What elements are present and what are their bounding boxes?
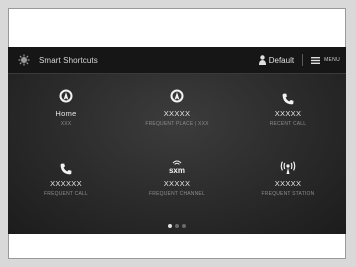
shortcut-home[interactable]: Home XXX (10, 75, 122, 155)
page-dot[interactable] (182, 224, 186, 228)
shortcut-label: XXXXX (274, 109, 302, 118)
shortcut-sublabel: RECENT CALL (269, 121, 307, 127)
shortcut-recent-call[interactable]: XXXXX RECENT CALL (232, 75, 344, 155)
page-dot[interactable] (175, 224, 179, 228)
sxm-icon: sxm (166, 155, 188, 175)
infotainment-screen: Smart Shortcuts Default MENU Home XXX XX… (8, 47, 346, 234)
menu-label: MENU (324, 57, 340, 63)
shortcut-label: Home (55, 109, 77, 118)
shortcut-label: XXXXX (163, 109, 191, 118)
user-icon (258, 55, 266, 65)
shortcut-sublabel: FREQUENT CHANNEL (149, 191, 205, 197)
header-bar: Smart Shortcuts Default MENU (8, 47, 346, 74)
page-dot[interactable] (168, 224, 172, 228)
shortcut-sublabel: FREQUENT PLACE | XXX (145, 121, 209, 127)
sxm-text: sxm (169, 166, 185, 175)
navigation-icon (59, 85, 73, 105)
menu-button[interactable]: MENU (311, 56, 340, 64)
page-title: Smart Shortcuts (39, 55, 98, 65)
shortcut-label: XXXXX (274, 179, 302, 188)
shortcut-sublabel: FREQUENT STATION (261, 191, 315, 197)
radio-broadcast-icon (279, 155, 297, 175)
shortcut-label: XXXXX (163, 179, 191, 188)
shortcut-frequent-place[interactable]: XXXXX FREQUENT PLACE | XXX (121, 75, 233, 155)
shortcut-frequent-station[interactable]: XXXXX FREQUENT STATION (232, 145, 344, 225)
shortcut-label: XXXXXX (50, 179, 82, 188)
shortcut-frequent-channel[interactable]: sxm XXXXX FREQUENT CHANNEL (121, 145, 233, 225)
menu-icon (311, 56, 321, 64)
shortcut-frequent-call[interactable]: XXXXXX FREQUENT CALL (10, 145, 122, 225)
page-indicator (8, 224, 346, 228)
smart-shortcuts-icon (17, 53, 31, 67)
header-divider (302, 54, 304, 66)
phone-icon (60, 155, 72, 175)
shortcut-sublabel: FREQUENT CALL (44, 191, 88, 197)
navigation-icon (170, 85, 184, 105)
profile-label: Default (268, 55, 295, 65)
phone-icon (282, 85, 294, 105)
profile-button[interactable]: Default (258, 55, 295, 65)
shortcut-sublabel: XXX (60, 121, 72, 127)
